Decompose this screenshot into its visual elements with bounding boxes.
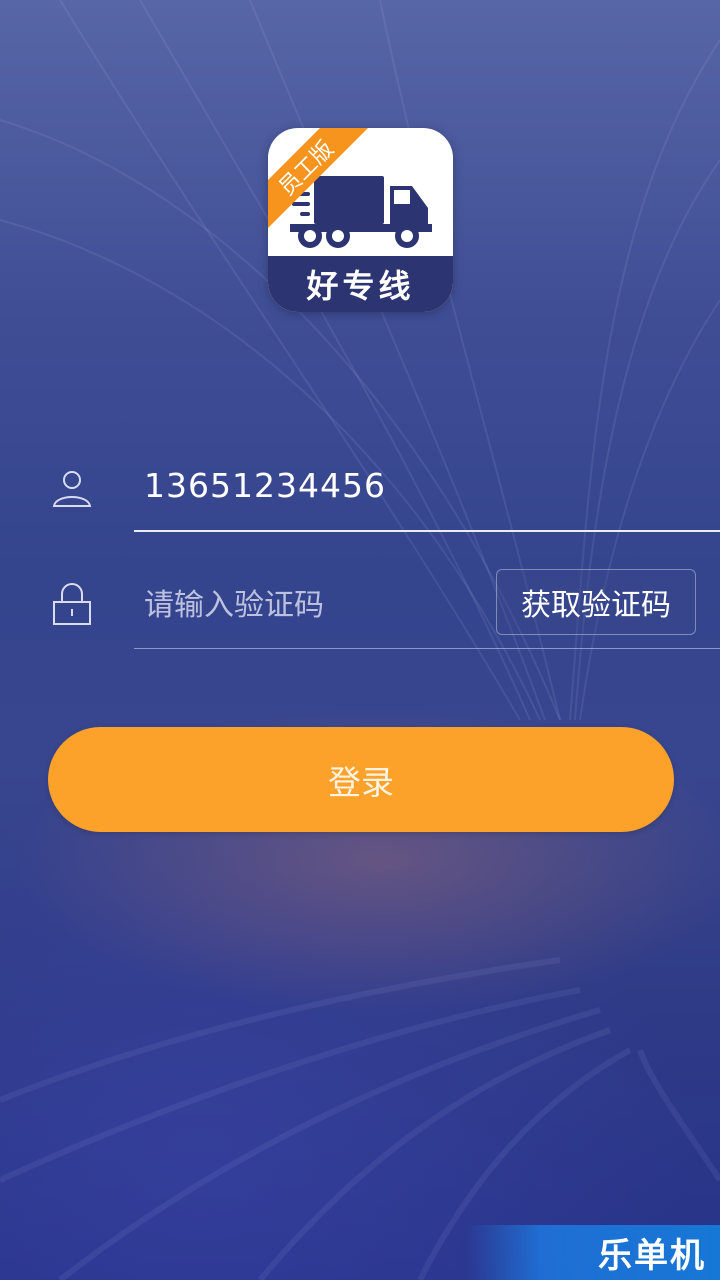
user-icon (52, 471, 92, 507)
login-button[interactable]: 登录 (48, 727, 674, 832)
watermark: 乐单机 (466, 1225, 720, 1280)
phone-number-field[interactable]: 13651234456 (144, 466, 386, 505)
brand-name: 好专线 (268, 256, 453, 312)
code-underline (134, 648, 720, 649)
phone-underline (134, 530, 720, 532)
verification-code-input[interactable] (144, 580, 484, 630)
get-verification-code-button[interactable]: 获取验证码 (496, 569, 696, 635)
lock-icon (53, 583, 91, 625)
app-logo: 员工版 好专线 (268, 128, 453, 312)
